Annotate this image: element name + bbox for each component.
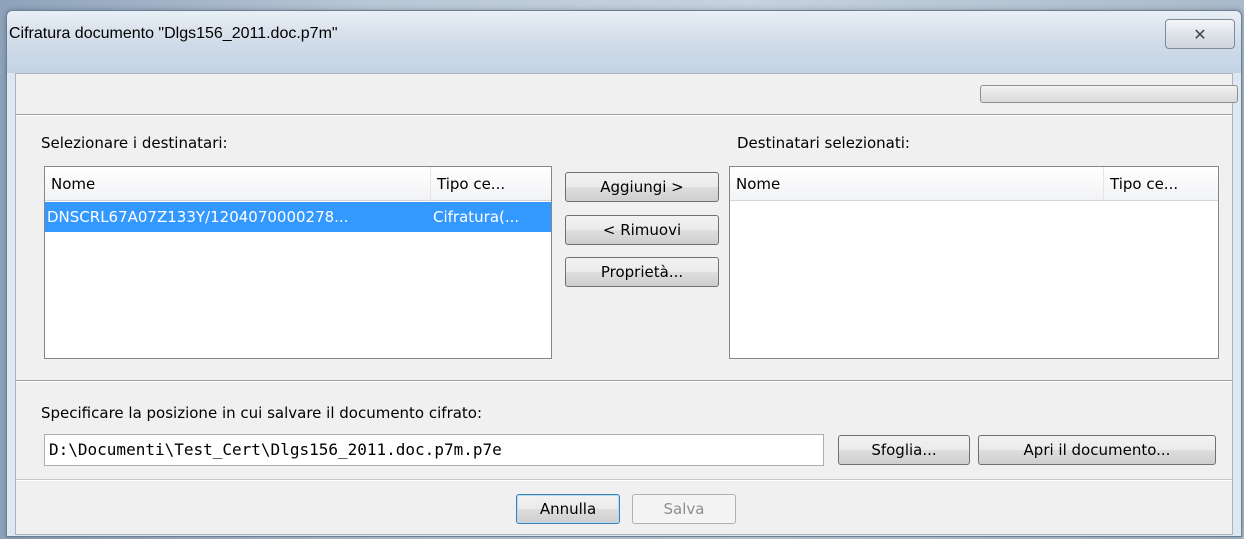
save-button[interactable]: Salva — [632, 494, 736, 524]
column-header-type[interactable]: Tipo ce... — [1104, 167, 1218, 201]
properties-button[interactable]: Proprietà... — [565, 257, 719, 287]
browse-button[interactable]: Sfoglia... — [838, 435, 970, 465]
selected-list-header: Nome Tipo ce... — [730, 167, 1218, 201]
recipient-row[interactable]: DNSCRL67A07Z133Y/1204070000278... Cifrat… — [45, 202, 551, 232]
column-header-name[interactable]: Nome — [730, 167, 1104, 201]
available-recipients-label: Selezionare i destinatari: — [41, 134, 228, 152]
column-header-name[interactable]: Nome — [45, 167, 431, 201]
footer-separator — [16, 479, 1232, 481]
selected-recipients-label: Destinatari selezionati: — [737, 134, 910, 152]
available-list-header: Nome Tipo ce... — [45, 167, 551, 201]
save-path-input[interactable]: D:\Documenti\Test_Cert\Dlgs156_2011.doc.… — [44, 434, 824, 466]
progress-bar — [980, 85, 1238, 103]
dialog-client: Selezionare i destinatari: Nome Tipo ce.… — [15, 73, 1238, 535]
remove-button[interactable]: < Rimuovi — [565, 215, 719, 245]
close-icon: ✕ — [1193, 24, 1207, 44]
save-location-label: Specificare la posizione in cui salvare … — [41, 404, 483, 422]
recipient-type: Cifratura(... — [433, 208, 520, 226]
encrypt-dialog: Cifratura documento "Dlgs156_2011.doc.p7… — [6, 10, 1242, 537]
add-button[interactable]: Aggiungi > — [565, 172, 719, 202]
recipient-name: DNSCRL67A07Z133Y/1204070000278... — [47, 208, 349, 226]
selected-recipients-list[interactable]: Nome Tipo ce... — [729, 166, 1219, 359]
cancel-button[interactable]: Annulla — [516, 494, 620, 524]
close-button[interactable]: ✕ — [1165, 19, 1235, 49]
middle-separator — [16, 380, 1232, 382]
available-recipients-list[interactable]: Nome Tipo ce... DNSCRL67A07Z133Y/1204070… — [44, 166, 552, 359]
open-document-button[interactable]: Apri il documento... — [978, 435, 1216, 465]
column-header-type[interactable]: Tipo ce... — [431, 167, 551, 201]
window-title: Cifratura documento "Dlgs156_2011.doc.p7… — [9, 25, 338, 42]
title-bar[interactable]: Cifratura documento "Dlgs156_2011.doc.p7… — [7, 11, 1241, 73]
top-separator — [16, 114, 1232, 116]
